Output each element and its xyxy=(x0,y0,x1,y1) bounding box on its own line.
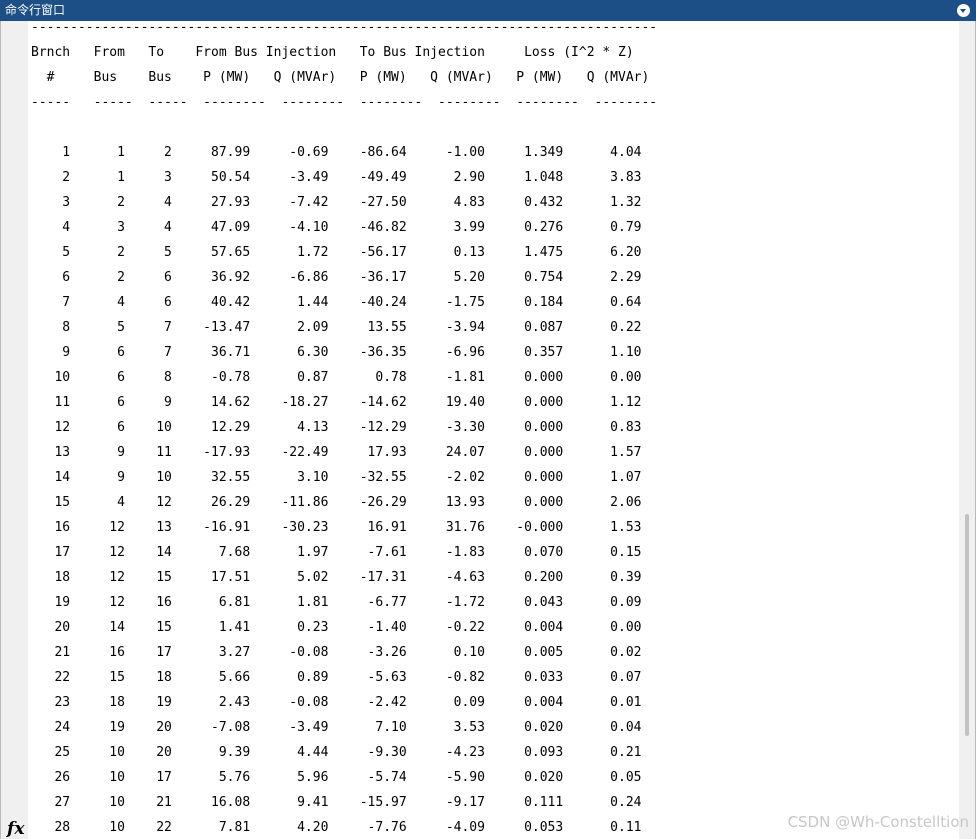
table-row: 12 6 10 12.29 4.13 -12.29 -3.30 0.000 0.… xyxy=(31,420,642,435)
table-row: 11 6 9 14.62 -18.27 -14.62 19.40 0.000 1… xyxy=(31,395,642,410)
table-header-line-1: Brnch From To From Bus Injection To Bus … xyxy=(31,45,634,60)
table-row: 26 10 17 5.76 5.96 -5.74 -5.90 0.020 0.0… xyxy=(31,770,642,785)
table-row: 10 6 8 -0.78 0.87 0.78 -1.81 0.000 0.00 xyxy=(31,370,642,385)
table-row: 17 12 14 7.68 1.97 -7.61 -1.83 0.070 0.1… xyxy=(31,545,642,560)
table-row: 25 10 20 9.39 4.44 -9.30 -4.23 0.093 0.2… xyxy=(31,745,642,760)
table-row: 22 15 18 5.66 0.89 -5.63 -0.82 0.033 0.0… xyxy=(31,670,642,685)
table-row: 18 12 15 17.51 5.02 -17.31 -4.63 0.200 0… xyxy=(31,570,642,585)
table-row: 23 18 19 2.43 -0.08 -2.42 0.09 0.004 0.0… xyxy=(31,695,642,710)
table-row: 24 19 20 -7.08 -3.49 7.10 3.53 0.020 0.0… xyxy=(31,720,642,735)
table-row: 8 5 7 -13.47 2.09 13.55 -3.94 0.087 0.22 xyxy=(31,320,642,335)
table-row: 1 1 2 87.99 -0.69 -86.64 -1.00 1.349 4.0… xyxy=(31,145,642,160)
watermark-text: CSDN @Wh-Constelltion xyxy=(787,813,969,831)
table-row: 2 1 3 50.54 -3.49 -49.49 2.90 1.048 3.83 xyxy=(31,170,642,185)
table-row: 14 9 10 32.55 3.10 -32.55 -2.02 0.000 1.… xyxy=(31,470,642,485)
table-row: 21 16 17 3.27 -0.08 -3.26 0.10 0.005 0.0… xyxy=(31,645,642,660)
command-window-titlebar: 命令行窗口 xyxy=(0,0,976,21)
table-row: 5 2 5 57.65 1.72 -56.17 0.13 1.475 6.20 xyxy=(31,245,642,260)
scrollbar-thumb[interactable] xyxy=(965,514,969,736)
table-row: 15 4 12 26.29 -11.86 -26.29 13.93 0.000 … xyxy=(31,495,642,510)
table-row: 19 12 16 6.81 1.81 -6.77 -1.72 0.043 0.0… xyxy=(31,595,642,610)
table-row: 28 10 22 7.81 4.20 -7.76 -4.09 0.053 0.1… xyxy=(31,820,642,835)
fx-prompt-icon[interactable]: fx xyxy=(7,819,24,839)
command-output: ----------------------------------------… xyxy=(31,21,657,839)
table-row: 6 2 6 36.92 -6.86 -36.17 5.20 0.754 2.29 xyxy=(31,270,642,285)
table-row: 3 2 4 27.93 -7.42 -27.50 4.83 0.432 1.32 xyxy=(31,195,642,210)
table-row: 7 4 6 40.42 1.44 -40.24 -1.75 0.184 0.64 xyxy=(31,295,642,310)
table-row: 9 6 7 36.71 6.30 -36.35 -6.96 0.357 1.10 xyxy=(31,345,642,360)
table-row: 13 9 11 -17.93 -22.49 17.93 24.07 0.000 … xyxy=(31,445,642,460)
vertical-scrollbar[interactable] xyxy=(959,21,975,839)
branch-table-body: 1 1 2 87.99 -0.69 -86.64 -1.00 1.349 4.0… xyxy=(31,140,657,839)
table-row: 20 14 15 1.41 0.23 -1.40 -0.22 0.004 0.0… xyxy=(31,620,642,635)
table-header-line-2: # Bus Bus P (MW) Q (MVAr) P (MW) Q (MVAr… xyxy=(31,70,650,85)
separator-line: ----------------------------------------… xyxy=(31,21,658,35)
table-row: 27 10 21 16.08 9.41 -15.97 -9.17 0.111 0… xyxy=(31,795,642,810)
table-header-dashes: ----- ----- ----- -------- -------- ----… xyxy=(31,95,658,110)
window-title: 命令行窗口 xyxy=(5,3,66,17)
table-row: 16 12 13 -16.91 -30.23 16.91 31.76 -0.00… xyxy=(31,520,642,535)
chevron-down-circle-icon[interactable] xyxy=(957,4,970,17)
table-row: 4 3 4 47.09 -4.10 -46.82 3.99 0.276 0.79 xyxy=(31,220,642,235)
prompt-gutter: fx xyxy=(1,21,28,839)
command-window-content[interactable]: fx -------------------------------------… xyxy=(0,21,976,839)
